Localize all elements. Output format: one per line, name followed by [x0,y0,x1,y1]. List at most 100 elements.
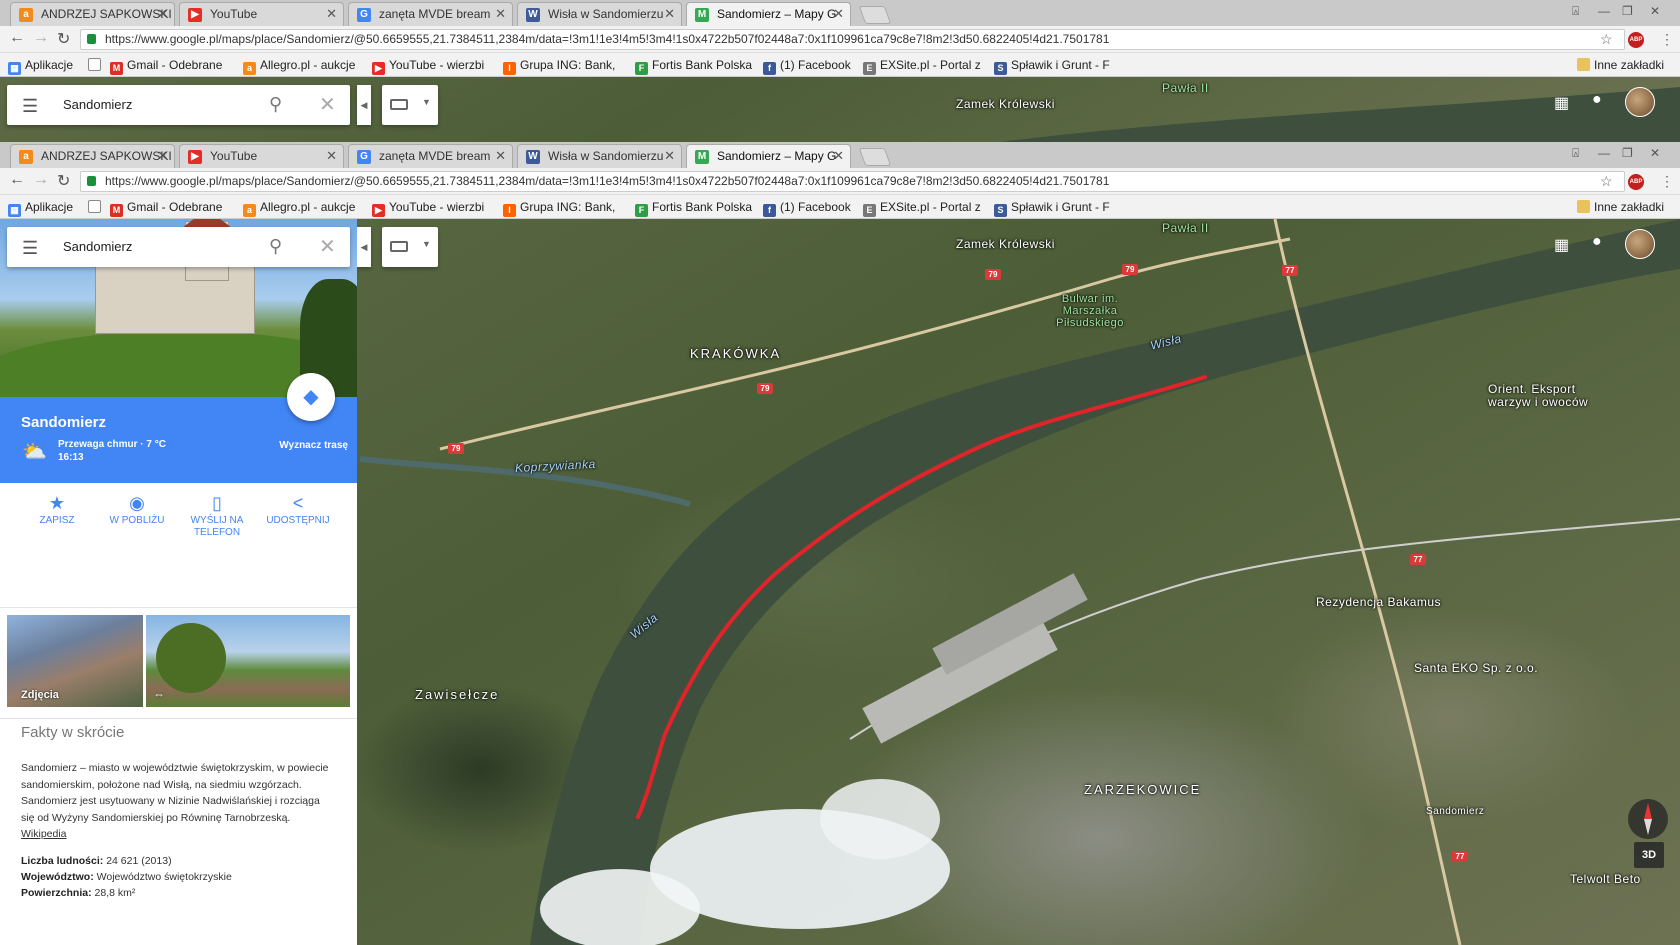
bookmark-fortis[interactable]: F Fortis Bank Polska [635,58,752,75]
tab-sandomierz-maps[interactable]: M Sandomierz – Mapy G ✕ [686,144,851,168]
close-icon[interactable]: ✕ [326,148,337,164]
bookmark-page[interactable] [88,200,105,214]
star-icon[interactable]: ☆ [1600,173,1613,190]
tab-youtube[interactable]: ▶ YouTube ✕ [179,2,344,26]
tab-youtube[interactable]: ▶ YouTube ✕ [179,144,344,168]
photos-thumbnail[interactable]: Zdjęcia [7,615,143,707]
close-icon[interactable]: ✕ [495,148,506,164]
back-icon[interactable]: ← [9,171,25,189]
address-bar[interactable]: https://www.google.pl/maps/place/Sandomi… [80,29,1625,50]
close-window-icon[interactable]: ✕ [1650,146,1660,160]
forward-icon[interactable]: → [33,29,49,47]
map-label-pawla[interactable]: Pawła II [1162,221,1209,235]
close-icon[interactable]: ✕ [326,6,337,22]
nearby-button[interactable]: ◉ W POBLIŻU [97,491,177,527]
map-label-krakowka[interactable]: KRAKÓWKA [690,346,781,361]
bookmark-other[interactable]: Inne zakładki [1577,58,1664,72]
restore-icon[interactable]: ❐ [1622,146,1633,160]
input-tools-button[interactable]: ▼ [382,227,438,267]
map-label-telwolt[interactable]: Telwolt Beto [1570,872,1641,886]
clear-search-icon[interactable]: ✕ [319,92,336,117]
save-button[interactable]: ★ ZAPISZ [17,491,97,527]
map-label-orient[interactable]: Orient. Eksport warzyw i owoców [1488,383,1608,409]
view-3d-button[interactable]: 3D [1634,842,1664,868]
user-icon[interactable]: ⍓ [1572,146,1579,161]
share-button[interactable]: < UDOSTĘPNIJ [258,491,338,527]
search-input[interactable]: Sandomierz [63,239,132,254]
hamburger-menu-icon[interactable]: ☰ [22,96,38,117]
minimize-icon[interactable]: — [1598,4,1610,18]
bookmark-ing[interactable]: I Grupa ING: Bank, [503,58,615,75]
compass-icon[interactable] [1628,799,1668,839]
clear-search-icon[interactable]: ✕ [319,234,336,259]
close-window-icon[interactable]: ✕ [1650,4,1660,18]
tab-zaneta[interactable]: Gzanęta MVDE bream ✕ [348,2,513,26]
map-label-sandomierz-station[interactable]: Sandomierz [1426,806,1484,817]
search-icon[interactable]: ⚲ [269,94,282,115]
tab-sandomierz-maps[interactable]: M Sandomierz – Mapy G ✕ [686,2,851,26]
hamburger-menu-icon[interactable]: ☰ [22,238,38,259]
adblock-icon[interactable]: ABP [1628,32,1644,48]
forward-icon[interactable]: → [33,171,49,189]
close-icon[interactable]: ✕ [833,148,844,164]
close-icon[interactable]: ✕ [664,148,675,164]
reload-icon[interactable]: ↻ [57,29,70,49]
reload-icon[interactable]: ↻ [57,171,70,191]
map-label-zawiselcze[interactable]: Zawisełcze [415,687,499,702]
bookmark-gmail[interactable]: M Gmail - Odebrane [110,58,222,75]
bookmark-apps[interactable]: ▦ Aplikacje [8,200,73,217]
notifications-icon[interactable]: ● [1592,233,1602,251]
notifications-icon[interactable]: ● [1592,91,1602,109]
tab-zaneta[interactable]: Gzanęta MVDE bream ✕ [348,144,513,168]
bookmark-youtube[interactable]: ▶ YouTube - wierzbi [372,58,484,75]
star-icon[interactable]: ☆ [1600,31,1613,48]
wikipedia-link[interactable]: Wikipedia [21,828,67,840]
new-tab-button[interactable] [858,6,892,24]
bookmark-ing[interactable]: I Grupa ING: Bank, [503,200,615,217]
map-label-zamek[interactable]: Zamek Królewski [956,97,1055,111]
map-label-bulwar[interactable]: Bulwar im. Marszałka Piłsudskiego [1040,293,1140,329]
bookmark-facebook[interactable]: f (1) Facebook [763,58,851,75]
input-tools-button[interactable]: ▼ [382,85,438,125]
bookmark-splawik[interactable]: S Spławik i Grunt - F [994,58,1110,75]
bookmark-allegro[interactable]: a Allegro.pl - aukcje [243,200,355,217]
address-bar[interactable]: https://www.google.pl/maps/place/Sandomi… [80,171,1625,192]
tab-sapkowski[interactable]: a ANDRZEJ SAPKOWSKI ✕ [10,144,175,168]
menu-dots-icon[interactable]: ⋮ [1660,173,1674,190]
directions-button[interactable]: ◆ [287,373,335,421]
apps-grid-icon[interactable]: ▦ [1554,93,1569,113]
bookmark-allegro[interactable]: a Allegro.pl - aukcje [243,58,355,75]
avatar[interactable] [1625,229,1655,259]
restore-icon[interactable]: ❐ [1622,4,1633,18]
tab-wisla[interactable]: W Wisła w Sandomierzu ✕ [517,2,682,26]
bookmark-exsite[interactable]: E EXSite.pl - Portal z [863,58,981,75]
user-icon[interactable]: ⍓ [1572,4,1579,19]
new-tab-button[interactable] [858,148,892,166]
avatar[interactable] [1625,87,1655,117]
menu-dots-icon[interactable]: ⋮ [1660,31,1674,48]
minimize-icon[interactable]: — [1598,146,1610,160]
street-view-thumbnail[interactable]: ⇔ [146,615,350,707]
close-icon[interactable]: ✕ [833,6,844,22]
apps-grid-icon[interactable]: ▦ [1554,235,1569,255]
map-view-background[interactable]: Zamek Królewski Pawła II ☰ Sandomierz ⚲ … [0,77,1680,142]
send-to-phone-button[interactable]: ▯ WYŚLIJ NA TELEFON [177,491,257,539]
bookmark-page[interactable] [88,58,105,72]
tab-sapkowski[interactable]: a ANDRZEJ SAPKOWSKI ✕ [10,2,175,26]
close-icon[interactable]: ✕ [495,6,506,22]
search-icon[interactable]: ⚲ [269,236,282,257]
directions-label[interactable]: Wyznacz trasę [279,440,348,451]
bookmark-exsite[interactable]: E EXSite.pl - Portal z [863,200,981,217]
map-label-zamek[interactable]: Zamek Królewski [956,237,1055,251]
back-icon[interactable]: ← [9,29,25,47]
bookmark-fortis[interactable]: F Fortis Bank Polska [635,200,752,217]
close-icon[interactable]: ✕ [157,6,168,22]
collapse-panel-button[interactable]: ◀ [357,85,371,125]
map-label-santa-eko[interactable]: Santa EKO Sp. z o.o. [1414,661,1538,675]
collapse-panel-button[interactable]: ◀ [357,227,371,267]
bookmark-gmail[interactable]: M Gmail - Odebrane [110,200,222,217]
search-box[interactable]: ☰ Sandomierz ⚲ ✕ [7,227,350,267]
close-icon[interactable]: ✕ [664,6,675,22]
bookmark-other[interactable]: Inne zakładki [1577,200,1664,214]
bookmark-splawik[interactable]: S Spławik i Grunt - F [994,200,1110,217]
